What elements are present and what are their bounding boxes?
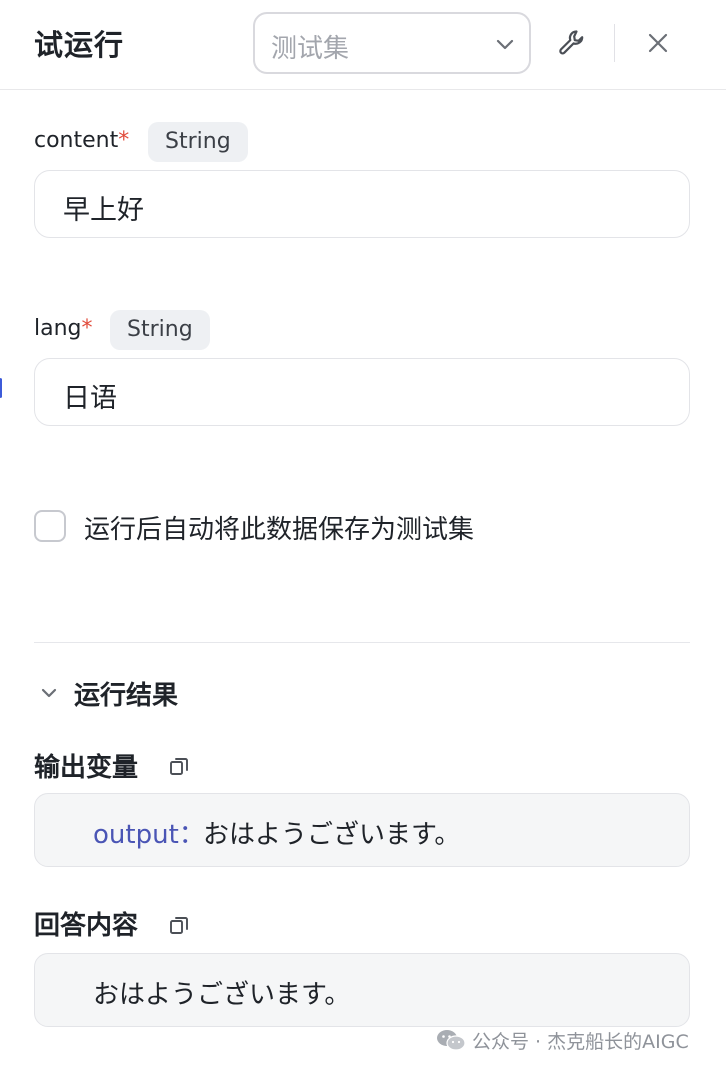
- content-input[interactable]: 早上好: [34, 170, 690, 238]
- test-set-select[interactable]: 测试集: [253, 12, 531, 74]
- auto-save-checkbox[interactable]: [34, 510, 66, 542]
- required-mark: *: [81, 316, 93, 341]
- output-value: おはようございます。: [203, 820, 461, 850]
- answer-content-label: 回答内容: [34, 911, 139, 941]
- panel-title: 试运行: [34, 28, 125, 62]
- collapse-chevron-icon[interactable]: [38, 682, 60, 704]
- close-icon[interactable]: [645, 30, 671, 56]
- field-name: content: [34, 128, 119, 153]
- output-variables-box: output： おはようございます。: [34, 793, 690, 867]
- copy-icon[interactable]: [168, 914, 190, 936]
- lang-input[interactable]: 日语: [34, 358, 690, 426]
- watermark-text: 公众号 · 杰克船长的AIGC: [472, 1031, 689, 1053]
- type-tag-content: String: [148, 122, 248, 162]
- answer-value: おはようございます。: [93, 980, 351, 1010]
- content-input-value: 早上好: [63, 195, 144, 226]
- header-divider: [614, 24, 615, 62]
- run-result-title[interactable]: 运行结果: [74, 675, 178, 712]
- type-tag-lang: String: [110, 310, 210, 350]
- edge-indicator: [0, 378, 3, 398]
- chevron-down-icon: [496, 39, 514, 50]
- wechat-icon: [437, 1030, 466, 1051]
- lang-input-value: 日语: [63, 383, 117, 414]
- output-key: output：: [93, 820, 205, 850]
- answer-content-box: おはようございます。: [34, 953, 690, 1027]
- section-divider: [34, 642, 690, 643]
- copy-icon[interactable]: [168, 755, 190, 777]
- field-label-content: content*: [34, 128, 129, 153]
- output-variables-label: 输出变量: [34, 753, 139, 783]
- field-name: lang: [34, 316, 82, 341]
- wrench-icon[interactable]: [557, 28, 587, 58]
- header: 试运行 测试集: [0, 0, 726, 90]
- test-set-placeholder: 测试集: [271, 34, 350, 64]
- auto-save-label[interactable]: 运行后自动将此数据保存为测试集: [84, 509, 474, 546]
- field-label-lang: lang*: [34, 316, 93, 341]
- required-mark: *: [118, 128, 130, 153]
